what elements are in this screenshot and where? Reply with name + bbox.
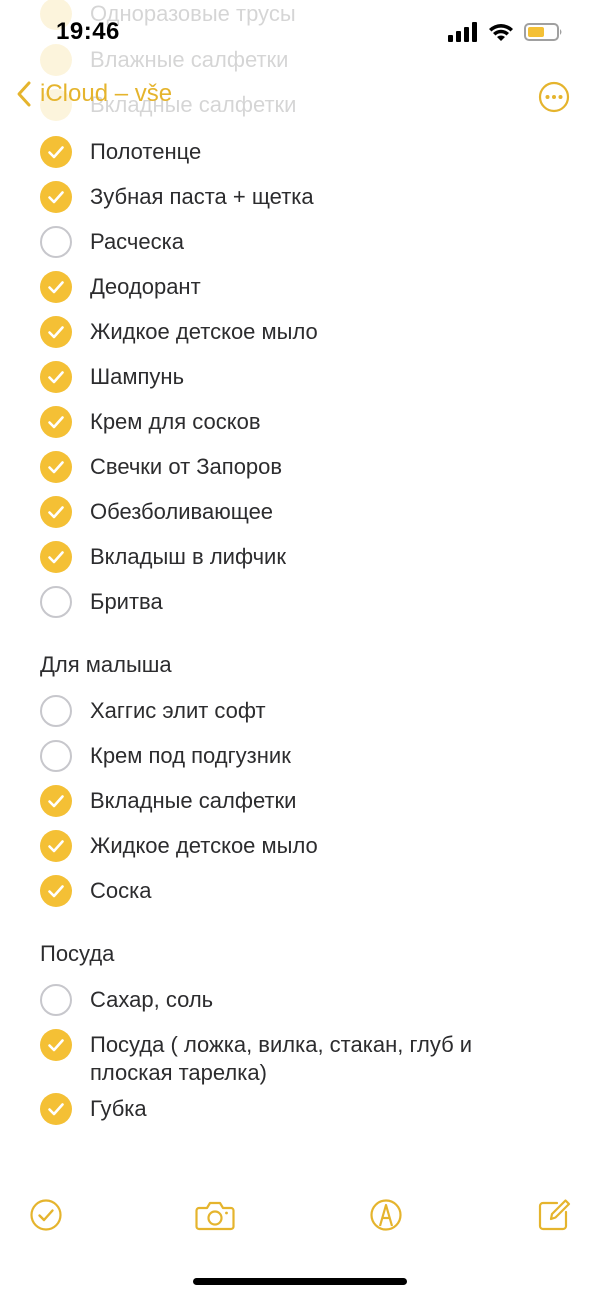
checklist-dishes: Сахар, соль Посуда ( ложка, вилка, стакан… bbox=[0, 978, 600, 1132]
battery-icon bbox=[524, 23, 562, 41]
checklist-item: Крем под подгузник bbox=[0, 734, 600, 779]
checkbox-checked-icon[interactable] bbox=[40, 875, 72, 907]
checkbox-unchecked-icon[interactable] bbox=[40, 984, 72, 1016]
checklist-item-label[interactable]: Свечки от Запоров bbox=[90, 445, 550, 481]
checklist-item-label[interactable]: Соска bbox=[90, 869, 550, 905]
wifi-icon bbox=[489, 24, 513, 41]
checklist-item: Жидкое детское мыло bbox=[0, 310, 600, 355]
checkbox-unchecked-icon[interactable] bbox=[40, 226, 72, 258]
checklist-item: Посуда ( ложка, вилка, стакан, глуб и пл… bbox=[0, 1023, 600, 1087]
checklist-item: Расческа bbox=[0, 220, 600, 265]
checklist-item: Хаггис элит софт bbox=[0, 689, 600, 734]
checklist-item-label[interactable]: Жидкое детское мыло bbox=[90, 824, 550, 860]
checkbox-checked-icon[interactable] bbox=[40, 496, 72, 528]
status-bar: 19:46 bbox=[0, 0, 600, 66]
back-button[interactable]: iCloud – vše bbox=[16, 80, 172, 108]
checklist-item-label[interactable]: Бритва bbox=[90, 580, 550, 616]
checklist-item-label[interactable]: Вкладные салфетки bbox=[90, 779, 550, 815]
home-indicator[interactable] bbox=[193, 1278, 407, 1285]
checklist-baby: Хаггис элит софт Крем под подгузник Вкладн… bbox=[0, 689, 600, 914]
markup-icon[interactable] bbox=[369, 1198, 403, 1232]
status-icons bbox=[448, 22, 564, 42]
checklist-item: Вкладные салфетки bbox=[0, 779, 600, 824]
checklist-item-label[interactable]: Деодорант bbox=[90, 265, 550, 301]
checklist-item: Шампунь bbox=[0, 355, 600, 400]
checklist-item: Крем для сосков bbox=[0, 400, 600, 445]
checkbox-checked-icon[interactable] bbox=[40, 181, 72, 213]
checklist-icon[interactable] bbox=[29, 1198, 63, 1232]
checklist-item-label[interactable]: Расческа bbox=[90, 220, 550, 256]
chevron-left-icon bbox=[17, 81, 31, 107]
checklist-item-label[interactable]: Крем под подгузник bbox=[90, 734, 550, 770]
compose-icon[interactable] bbox=[537, 1198, 571, 1232]
checklist-item: Сахар, соль bbox=[0, 978, 600, 1023]
checklist-item-label[interactable]: Крем для сосков bbox=[90, 400, 550, 436]
checklist-item: Вкладыш в лифчик bbox=[0, 535, 600, 580]
checkbox-checked-icon[interactable] bbox=[40, 316, 72, 348]
back-button-label: iCloud – vše bbox=[40, 80, 173, 107]
checkbox-checked-icon[interactable] bbox=[40, 785, 72, 817]
checklist-main: Полотенце Зубная паста + щетка Расческа Део… bbox=[0, 130, 600, 625]
checklist-item-label[interactable]: Хаггис элит софт bbox=[90, 689, 550, 725]
checklist-item: Бритва bbox=[0, 580, 600, 625]
checkbox-unchecked-icon[interactable] bbox=[40, 586, 72, 618]
checklist-item: Обезболивающее bbox=[0, 490, 600, 535]
checklist-item: Полотенце bbox=[0, 130, 600, 175]
status-time: 19:46 bbox=[56, 18, 120, 45]
checkbox-unchecked-icon[interactable] bbox=[40, 740, 72, 772]
checkbox-checked-icon[interactable] bbox=[40, 1093, 72, 1125]
bottom-toolbar bbox=[0, 1198, 600, 1242]
checklist-item-label[interactable]: Шампунь bbox=[90, 355, 550, 391]
signal-icon bbox=[448, 22, 477, 42]
checklist-item-label[interactable]: Вкладыш в лифчик bbox=[90, 535, 550, 571]
checkbox-checked-icon[interactable] bbox=[40, 830, 72, 862]
checklist-item: Губка bbox=[0, 1087, 600, 1132]
checklist-item: Деодорант bbox=[0, 265, 600, 310]
checkbox-checked-icon[interactable] bbox=[40, 271, 72, 303]
checklist-item-label[interactable]: Обезболивающее bbox=[90, 490, 550, 526]
checklist-item: Жидкое детское мыло bbox=[0, 824, 600, 869]
checkbox-checked-icon[interactable] bbox=[40, 136, 72, 168]
checklist-item: Соска bbox=[0, 869, 600, 914]
checklist-item-label[interactable]: Полотенце bbox=[90, 130, 550, 166]
checkbox-unchecked-icon[interactable] bbox=[40, 695, 72, 727]
section-title-dishes: Посуда bbox=[40, 941, 115, 966]
checklist-item: Зубная паста + щетка bbox=[0, 175, 600, 220]
checklist-item-label[interactable]: Губка bbox=[90, 1087, 550, 1123]
checklist-item-label[interactable]: Жидкое детское мыло bbox=[90, 310, 550, 346]
section-title-baby: Для малыша bbox=[40, 652, 172, 677]
checkbox-checked-icon[interactable] bbox=[40, 451, 72, 483]
checklist-item: Свечки от Запоров bbox=[0, 445, 600, 490]
checkbox-checked-icon[interactable] bbox=[40, 1029, 72, 1061]
camera-icon[interactable] bbox=[195, 1200, 235, 1232]
checklist-item-label[interactable]: Посуда ( ложка, вилка, стакан, глуб и пл… bbox=[90, 1023, 550, 1087]
checklist-item-label[interactable]: Зубная паста + щетка bbox=[90, 175, 550, 211]
checkbox-checked-icon[interactable] bbox=[40, 406, 72, 438]
checkbox-checked-icon[interactable] bbox=[40, 541, 72, 573]
note-body: Полотенце Зубная паста + щетка Расческа Део… bbox=[0, 130, 600, 1132]
more-icon[interactable] bbox=[538, 81, 570, 113]
checklist-item-label[interactable]: Сахар, соль bbox=[90, 978, 550, 1014]
navigation-bar: iCloud – vše bbox=[0, 72, 600, 122]
checkbox-checked-icon[interactable] bbox=[40, 361, 72, 393]
